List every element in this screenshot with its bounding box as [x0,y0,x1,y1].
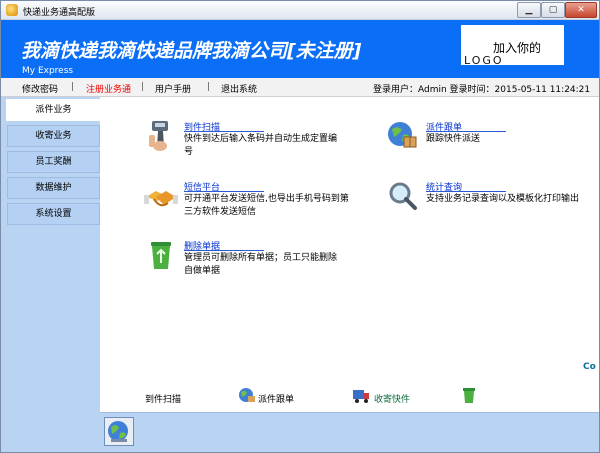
feature-desc-statistics: 支持业务记录查询以及模板化打印输出 [426,194,580,204]
header-banner: 我滴快递我滴快递品牌我滴公司[未注册] My Express 加入你的 LOGO [1,20,599,78]
handshake-icon[interactable] [144,185,178,213]
menu-change-password[interactable]: 修改密码 [22,82,58,95]
app-window: 快递业务通高配版 ▁ ▢ ✕ 我滴快递我滴快递品牌我滴公司[未注册] My Ex… [0,0,600,453]
quick-links-bar: 到件扫描 派件跟单 收寄快件 [100,374,599,412]
globe-package-icon[interactable] [238,386,256,404]
sidebar-item-data-maintenance[interactable]: 数据维护 [7,177,100,199]
feature-divider [184,250,264,251]
globe-package-icon [108,421,128,442]
sidebar-item-receiving[interactable]: 收寄业务 [7,125,100,147]
window-title: 快递业务通高配版 [23,8,96,18]
menu-exit[interactable]: 退出系统 [221,82,257,95]
quick-link-tracking[interactable]: 派件跟单 [258,392,294,405]
app-icon [6,4,18,16]
menu-register[interactable]: 注册业务通 [86,82,131,95]
delivery-truck-icon[interactable] [352,386,370,404]
menu-separator: | [207,82,211,92]
globe-package-icon[interactable] [386,119,418,151]
barcode-scanner-icon[interactable] [146,119,176,153]
menu-bar: 修改密码 | 注册业务通 | 用户手册 | 退出系统 登录用户：Admin 登录… [1,78,599,97]
main-content: 到件扫描 快件到达后输入条码并自动生成定置编号 派件跟单 跟踪快件派送 短信平台… [100,97,599,412]
maximize-button[interactable]: ▢ [541,2,565,18]
feature-desc-delete: 管理员可删除所有单据；员工只能删除自做单据 [184,253,338,276]
brand-title: 我滴快递我滴快递品牌我滴公司[未注册] [21,40,362,62]
title-bar: 快递业务通高配版 ▁ ▢ ✕ [1,1,599,20]
sidebar: 派件业务 收寄业务 员工奖酬 数据维护 系统设置 [1,97,101,452]
feature-desc-tracking: 跟踪快件派送 [426,134,481,144]
quick-link-receiving[interactable]: 收寄快件 [374,392,410,405]
login-info: 登录用户：Admin 登录时间：2015-05-11 11:24:21 [373,85,591,95]
sidebar-item-dispatch[interactable]: 派件业务 [6,99,101,121]
status-bar [100,412,599,452]
magnifier-icon[interactable] [388,181,418,211]
feature-desc-sms: 可开通平台发送短信,也导出手机号码到第三方软件发送短信 [184,194,349,217]
feature-divider [184,191,264,192]
sidebar-item-staff-reward[interactable]: 员工奖酬 [7,151,100,173]
menu-separator: | [141,82,145,92]
feature-divider [184,131,264,132]
menu-separator: | [71,82,75,92]
close-button[interactable]: ✕ [565,2,597,18]
recycle-bin-icon[interactable] [148,237,174,271]
minimize-button[interactable]: ▁ [517,2,541,18]
feature-desc-scan: 快件到达后输入条码并自动生成定置编号 [184,134,338,157]
globe-button[interactable] [104,417,134,446]
feature-divider [426,131,506,132]
cut-off-text: Co [583,362,596,372]
sidebar-item-settings[interactable]: 系统设置 [7,203,100,225]
recycle-bin-icon[interactable] [461,386,477,404]
brand-subtitle: My Express [22,66,74,76]
feature-divider [426,191,506,192]
logo-text-line2: LOGO [464,54,504,67]
quick-link-scan[interactable]: 到件扫描 [145,392,181,405]
menu-user-manual[interactable]: 用户手册 [155,82,191,95]
